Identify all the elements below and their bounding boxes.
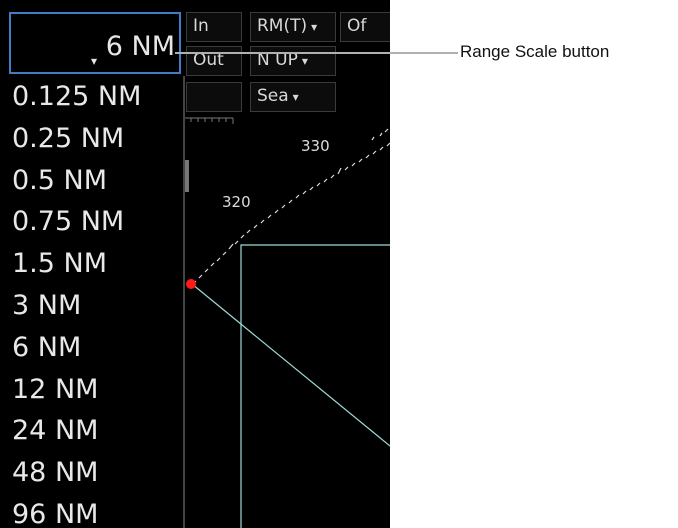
range-scale-button[interactable]: 6 NM ▾ [9,12,181,74]
own-ship-marker [186,279,196,289]
blank-button[interactable] [186,82,242,112]
range-scale-value: 6 NM [105,31,175,62]
range-option[interactable]: 3 NM [7,285,183,327]
range-option[interactable]: 6 NM [7,327,183,369]
zoom-out-button[interactable]: Out [186,46,242,76]
top-tick-scale [183,117,234,124]
guard-zone-outline [240,244,390,528]
zoom-in-label: In [193,16,209,36]
chevron-down-icon: ▾ [292,90,299,104]
range-option[interactable]: 96 NM [7,494,183,528]
bearing-label-330: 330 [301,137,330,155]
radar-screen: 320 330 In Out RM(T) ▾ N UP ▾ Of Sea ▾ 6 NM… [0,0,390,528]
range-option[interactable]: 0.25 NM [7,118,183,160]
chevron-down-icon: ▾ [311,20,318,34]
offcenter-label: Of [347,16,367,36]
zoom-in-button[interactable]: In [186,12,242,42]
orientation-button[interactable]: N UP ▾ [250,46,336,76]
sea-clutter-button[interactable]: Sea ▾ [250,82,336,112]
scroll-indicator [185,160,189,192]
callout-label: Range Scale button [460,42,610,61]
bearing-scale-ticks-upper [371,128,389,141]
range-option[interactable]: 1.5 NM [7,243,183,285]
range-scale-dropdown: 0.125 NM 0.25 NM 0.5 NM 0.75 NM 1.5 NM 3… [7,76,185,528]
range-option[interactable]: 24 NM [7,410,183,452]
heading-line [191,283,390,447]
motion-mode-button[interactable]: RM(T) ▾ [250,12,336,42]
motion-mode-label: RM(T) [257,16,308,36]
range-option[interactable]: 0.125 NM [7,76,183,118]
range-option[interactable]: 12 NM [7,369,183,411]
offcenter-button[interactable]: Of [340,12,390,42]
range-option[interactable]: 0.5 NM [7,160,183,202]
sea-clutter-label: Sea [257,86,289,106]
range-option[interactable]: 0.75 NM [7,201,183,243]
range-option[interactable]: 48 NM [7,452,183,494]
chevron-down-icon: ▾ [301,54,308,68]
dropdown-indicator-icon: ▾ [91,54,98,68]
bearing-label-320: 320 [222,193,251,211]
callout-leader-line [175,52,458,54]
bearing-scale-ticks [192,142,390,285]
